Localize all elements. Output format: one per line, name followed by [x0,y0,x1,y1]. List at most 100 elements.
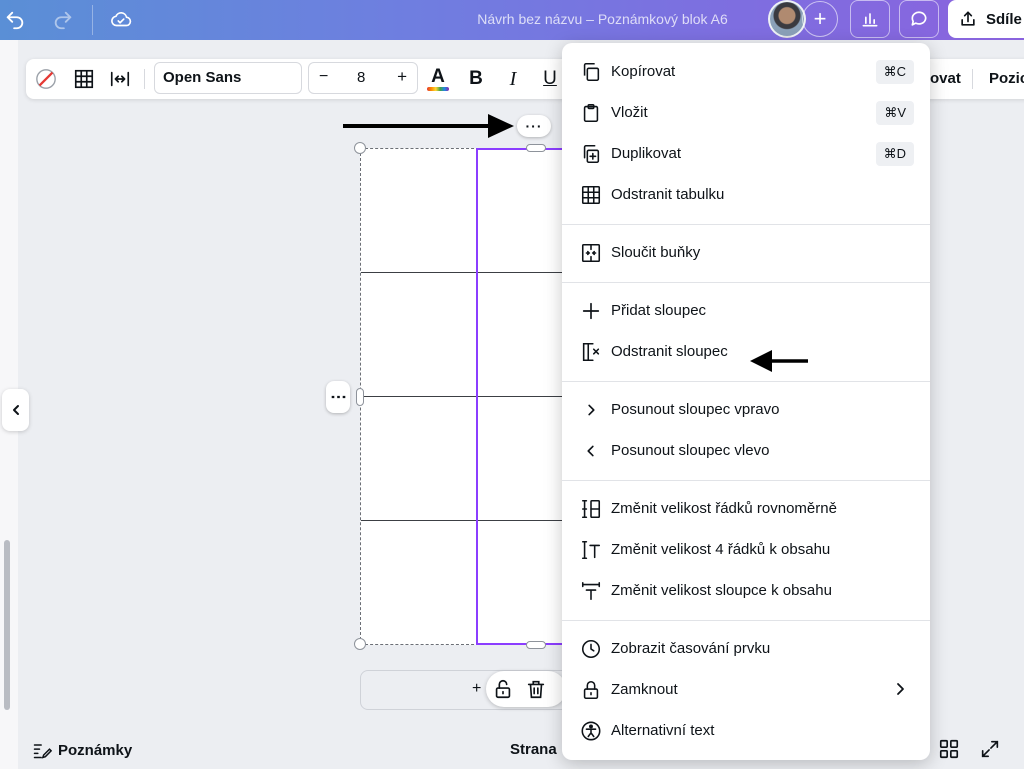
menu-item-label: Sloučit buňky [611,244,701,261]
menu-item-add-column[interactable]: Přidat sloupec [562,293,930,329]
notes-button[interactable]: Poznámky [32,740,132,760]
resize-handle[interactable] [354,638,366,650]
text-color-button[interactable]: A [425,66,451,92]
table-row-divider [361,272,566,273]
resize-handle[interactable] [356,388,364,406]
document-title[interactable]: Návrh bez názvu – Poznámkový blok A6 [400,11,805,27]
menu-item-label: Alternativní text [611,722,715,739]
chevron-left-icon [10,404,22,416]
italic-button[interactable]: I [500,66,526,92]
menu-item-label: Vložit [611,104,648,121]
avatar[interactable] [768,0,806,38]
plus-icon [580,300,602,322]
spacing-icon [109,68,131,90]
grid-view-icon[interactable] [938,738,960,760]
submenu-chevron-icon [892,681,908,697]
no-fill-icon [35,68,57,90]
undo-icon[interactable] [4,9,26,31]
comment-icon [909,9,929,29]
menu-item-merge-cells[interactable]: Sloučit buňky [562,235,930,271]
menu-divider [562,480,930,481]
lock-open-icon[interactable] [492,678,514,700]
menu-divider [562,381,930,382]
menu-item-label: Odstranit sloupec [611,343,728,360]
text-color-icon: A [431,66,445,87]
resize-handle[interactable] [526,144,546,152]
menu-item-show-timing[interactable]: Zobrazit časování prvku [562,631,930,667]
position-button[interactable]: Poziс [989,70,1024,87]
share-label: Sdíle [986,10,1022,28]
menu-item-duplicate[interactable]: Duplikovat ⌘D [562,136,930,172]
scrollbar[interactable] [4,540,10,710]
font-size-decrease-button[interactable]: − [319,68,328,86]
menu-item-paste[interactable]: Vložit ⌘V [562,95,930,131]
menu-item-label: Přidat sloupec [611,302,707,319]
merge-cells-icon [580,242,602,264]
menu-item-fit-rows[interactable]: Změnit velikost 4 řádků k obsahu [562,532,930,568]
selected-column-border [476,643,566,645]
add-page-plus[interactable]: + [472,680,481,698]
shortcut-badge: ⌘V [876,101,914,125]
page-indicator[interactable]: Strana [510,741,557,758]
font-size-value[interactable]: 8 [357,69,365,86]
menu-item-copy[interactable]: Kopírovat ⌘C [562,54,930,90]
floating-toolbar [486,671,566,707]
menu-item-label: Zobrazit časování prvku [611,640,771,657]
lock-icon [580,679,602,701]
grid-icon [73,68,95,90]
table-icon [580,184,602,206]
expand-panel-button[interactable] [2,389,29,431]
cell-color-button[interactable] [33,66,59,92]
spacing-button[interactable] [107,66,133,92]
row-options-button[interactable]: ⋮ [326,381,350,413]
font-size-stepper[interactable]: − 8 + [308,62,418,94]
menu-item-move-column-left[interactable]: Posunout sloupec vlevo [562,433,930,469]
duplicate-icon [580,143,602,165]
table-row-divider [361,396,566,397]
add-collaborator-button[interactable]: + [802,1,838,37]
copy-icon [580,61,602,83]
menu-divider [562,620,930,621]
menu-item-fit-column[interactable]: Změnit velikost sloupce k obsahu [562,573,930,609]
divider [972,69,973,89]
menu-item-label: Změnit velikost 4 řádků k obsahu [611,541,831,558]
menu-item-label: Zamknout [611,681,678,698]
menu-item-move-column-right[interactable]: Posunout sloupec vpravo [562,392,930,428]
accessibility-icon [580,720,602,742]
menu-item-distribute-rows[interactable]: Změnit velikost řádků rovnoměrně [562,491,930,527]
context-menu: Kopírovat ⌘C Vložit ⌘V Duplikovat ⌘D Ods… [562,43,930,760]
menu-item-lock[interactable]: Zamknout [562,672,930,708]
redo-icon[interactable] [52,9,74,31]
annotation-arrow [750,350,808,372]
font-family-select[interactable]: Open Sans [154,62,302,94]
fullscreen-icon[interactable] [979,738,1001,760]
resize-handle[interactable] [526,641,546,649]
cloud-saved-icon[interactable] [110,9,132,31]
selected-column-border [476,148,566,150]
color-swatch [427,87,449,91]
toolbar-partial-label[interactable]: ovat [930,70,961,87]
trash-icon[interactable] [525,678,547,700]
table-border-button[interactable] [71,66,97,92]
menu-item-delete-table[interactable]: Odstranit tabulku [562,177,930,213]
comments-button[interactable] [899,0,939,38]
resize-handle[interactable] [354,142,366,154]
insights-button[interactable] [850,0,890,38]
notes-icon [32,740,52,760]
fit-column-icon [580,580,602,602]
menu-item-label: Změnit velikost řádků rovnoměrně [611,500,837,517]
distribute-rows-icon [580,498,602,520]
underline-button[interactable]: U [537,66,563,92]
menu-item-alt-text[interactable]: Alternativní text [562,713,930,749]
share-button[interactable]: Sdíle [948,0,1024,38]
font-size-increase-button[interactable]: + [397,67,407,87]
shortcut-badge: ⌘D [875,142,914,166]
table-row-divider [361,520,566,521]
more-options-button[interactable]: ··· [517,115,551,137]
menu-divider [562,282,930,283]
shortcut-badge: ⌘C [875,60,914,84]
bold-button[interactable]: B [463,66,489,92]
chevron-left-icon [580,440,602,462]
menu-item-label: Odstranit tabulku [611,186,725,203]
menu-item-delete-column[interactable]: Odstranit sloupec [562,334,930,370]
